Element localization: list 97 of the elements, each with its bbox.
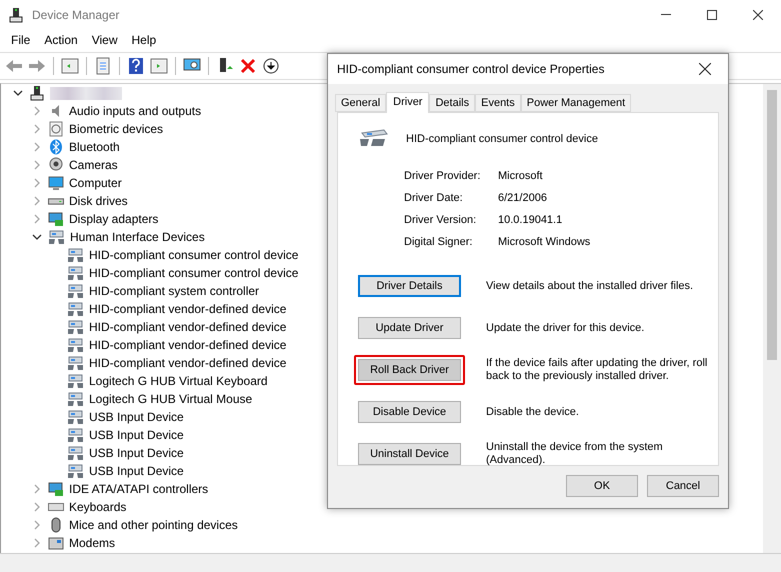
gamepad-keyboard-icon bbox=[67, 463, 84, 479]
gamepad-keyboard-icon bbox=[48, 229, 65, 245]
tree-item[interactable]: HID-compliant vendor-defined device bbox=[86, 302, 286, 316]
circuit-card-icon bbox=[48, 481, 64, 497]
action-description: If the device fails after updating the driver, roll back to the previously installed driver. bbox=[486, 357, 708, 383]
gamepad-keyboard-icon bbox=[67, 373, 84, 389]
close-icon[interactable] bbox=[238, 57, 258, 75]
tree-item[interactable]: Computer bbox=[66, 176, 122, 190]
tree-item[interactable]: Human Interface Devices bbox=[67, 230, 205, 244]
device-name: HID-compliant consumer control device bbox=[406, 133, 598, 145]
gamepad-keyboard-icon bbox=[67, 283, 84, 299]
tree-item[interactable]: Mice and other pointing devices bbox=[66, 518, 238, 532]
tree-item[interactable]: Display adapters bbox=[66, 212, 158, 226]
property-label: Driver Version: bbox=[404, 214, 478, 226]
menu-item[interactable]: File bbox=[4, 33, 38, 47]
tree-item[interactable]: USB Input Device bbox=[86, 428, 184, 442]
gamepad-keyboard-icon bbox=[67, 265, 84, 281]
driver-action-button[interactable]: Uninstall Device bbox=[358, 443, 461, 465]
download-circle-icon[interactable] bbox=[261, 57, 281, 75]
monitor-icon bbox=[48, 175, 64, 191]
tree-item[interactable]: HID-compliant vendor-defined device bbox=[86, 356, 286, 370]
tree-item[interactable]: HID-compliant vendor-defined device bbox=[86, 338, 286, 352]
tree-item[interactable]: HID-compliant consumer control device bbox=[86, 248, 298, 262]
tree-item[interactable]: USB Input Device bbox=[86, 464, 184, 478]
gamepad-keyboard-icon bbox=[67, 247, 84, 263]
property-label: Driver Provider: bbox=[404, 170, 482, 182]
tab[interactable]: Power Management bbox=[520, 94, 632, 112]
maximize-icon bbox=[707, 10, 717, 20]
scrollbar[interactable] bbox=[763, 84, 781, 553]
tree-item[interactable]: IDE ATA/ATAPI controllers bbox=[66, 482, 208, 496]
dialog-button[interactable]: OK bbox=[566, 475, 638, 497]
tree-item[interactable]: Biometric devices bbox=[66, 122, 164, 136]
gamepad-keyboard-icon bbox=[67, 337, 84, 353]
back-arrow-icon[interactable] bbox=[4, 57, 24, 75]
action-description: View details about the installed driver files. bbox=[486, 280, 694, 292]
tree-item[interactable]: HID-compliant system controller bbox=[86, 284, 260, 298]
chevron-down-icon[interactable] bbox=[13, 88, 23, 98]
property-value: Microsoft bbox=[498, 170, 544, 182]
action-description: Uninstall the device from the system (Advanced). bbox=[486, 441, 664, 467]
gamepad-keyboard-icon bbox=[67, 445, 84, 461]
tab[interactable]: General bbox=[335, 94, 386, 112]
tree-item[interactable]: USB Input Device bbox=[86, 446, 184, 460]
window-title: Device Manager bbox=[32, 8, 120, 22]
bluetooth-icon bbox=[48, 139, 64, 155]
menu-item[interactable]: View bbox=[84, 33, 124, 47]
window-play-icon[interactable] bbox=[149, 57, 169, 75]
minimize-icon bbox=[661, 14, 671, 16]
circuit-card-icon bbox=[48, 211, 64, 227]
driver-action-button[interactable]: Disable Device bbox=[358, 401, 461, 423]
driver-action-button[interactable]: Roll Back Driver bbox=[358, 359, 461, 381]
gamepad-keyboard-icon bbox=[67, 391, 84, 407]
property-value: Microsoft Windows bbox=[498, 236, 592, 248]
close-icon bbox=[699, 63, 711, 75]
gamepad-keyboard-icon bbox=[67, 355, 84, 371]
tree-item[interactable]: HID-compliant consumer control device bbox=[86, 266, 298, 280]
tab[interactable]: Events bbox=[475, 94, 521, 112]
property-value: 10.0.19041.1 bbox=[498, 214, 564, 226]
property-label: Digital Signer: bbox=[404, 236, 474, 248]
driver-action-button[interactable]: Update Driver bbox=[358, 317, 461, 339]
driver-action-button[interactable]: Driver Details bbox=[358, 275, 461, 297]
property-value: 6/21/2006 bbox=[498, 192, 548, 204]
tab[interactable]: Details bbox=[429, 94, 476, 112]
fax-modem-icon bbox=[48, 535, 64, 551]
help-icon[interactable] bbox=[126, 57, 146, 75]
tree-item[interactable]: Cameras bbox=[66, 158, 118, 172]
computer-icon bbox=[29, 85, 45, 101]
webcam-icon bbox=[48, 157, 64, 173]
tab[interactable]: Driver bbox=[386, 92, 430, 113]
window-panel-icon[interactable] bbox=[60, 57, 80, 75]
gamepad-keyboard-icon bbox=[67, 427, 84, 443]
tree-item[interactable]: Logitech G HUB Virtual Mouse bbox=[86, 392, 252, 406]
close-icon bbox=[753, 10, 763, 20]
computer-icon bbox=[8, 7, 24, 23]
forward-arrow-icon[interactable] bbox=[27, 57, 47, 75]
chevron-down-icon[interactable] bbox=[32, 232, 42, 242]
tree-item[interactable]: Disk drives bbox=[66, 194, 128, 208]
tree-item[interactable]: Bluetooth bbox=[66, 140, 120, 154]
keyboard-icon bbox=[48, 503, 64, 511]
tree-item[interactable]: USB Input Device bbox=[86, 410, 184, 424]
menu-item[interactable]: Help bbox=[124, 33, 164, 47]
tree-item[interactable]: Modems bbox=[66, 536, 116, 550]
disk-drive-icon bbox=[48, 198, 64, 204]
blurred-name bbox=[50, 86, 122, 100]
action-description: Update the driver for this device. bbox=[486, 322, 646, 334]
tree-item[interactable]: Audio inputs and outputs bbox=[66, 104, 202, 118]
tree-item[interactable]: Keyboards bbox=[66, 500, 126, 514]
menu-item[interactable]: Action bbox=[37, 33, 85, 47]
gamepad-keyboard-icon bbox=[67, 301, 84, 317]
dialog-button[interactable]: Cancel bbox=[647, 475, 719, 497]
dialog-title: HID-compliant consumer control device Properties bbox=[337, 62, 606, 76]
gamepad-keyboard-icon bbox=[67, 319, 84, 335]
tree-item[interactable]: Logitech G HUB Virtual Keyboard bbox=[86, 374, 268, 388]
tree-item[interactable]: HID-compliant vendor-defined device bbox=[86, 320, 286, 334]
gamepad-keyboard-icon bbox=[67, 409, 84, 425]
property-label: Driver Date: bbox=[404, 192, 464, 204]
fingerprint-icon bbox=[48, 121, 64, 137]
action-description: Disable the device. bbox=[486, 406, 580, 418]
